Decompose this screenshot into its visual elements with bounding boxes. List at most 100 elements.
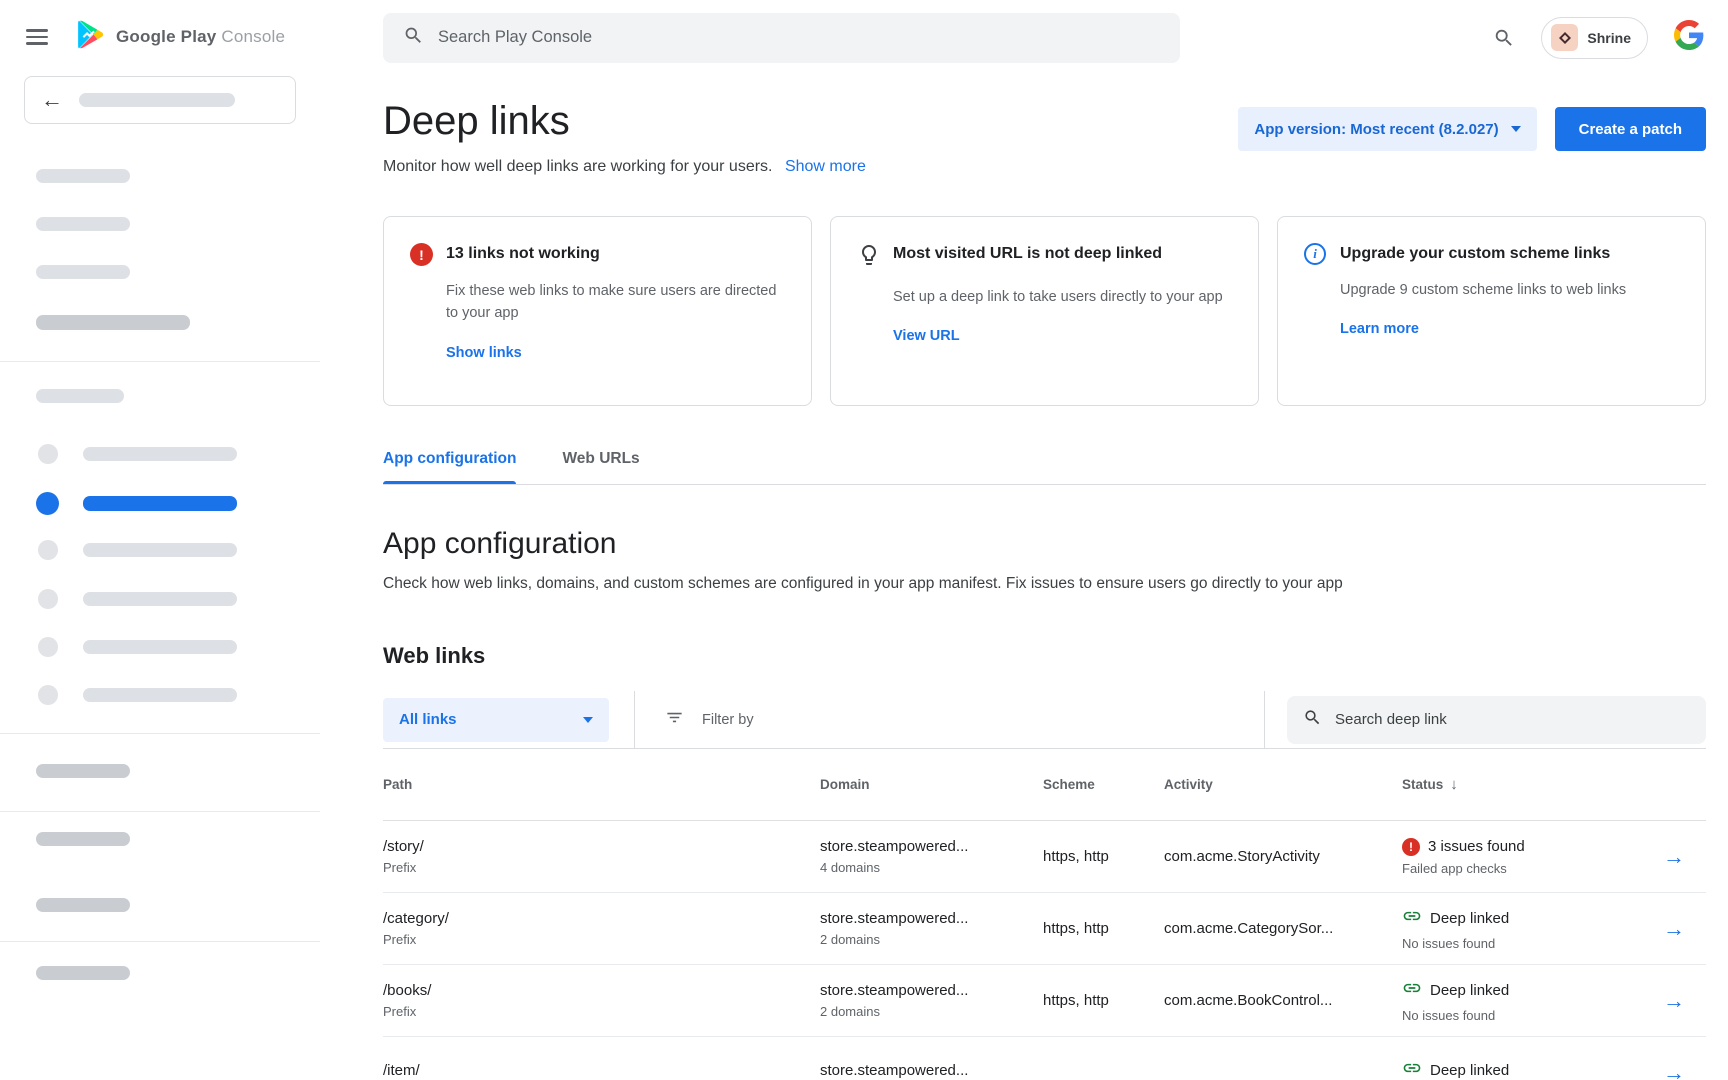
section-title: App configuration bbox=[383, 527, 1706, 561]
status-detail: No issues found bbox=[1402, 936, 1642, 951]
skeleton-bar bbox=[83, 447, 237, 461]
divider bbox=[0, 941, 320, 942]
global-search[interactable] bbox=[383, 13, 1180, 63]
path-value: /item/ bbox=[383, 1062, 820, 1079]
search-icon bbox=[403, 25, 424, 51]
deep-link-search[interactable] bbox=[1287, 696, 1706, 744]
sort-descending-icon: ↓ bbox=[1450, 776, 1458, 793]
domain-value: store.steampowered... bbox=[820, 910, 1043, 927]
path-type: Prefix bbox=[383, 932, 820, 947]
table-row[interactable]: /books/ Prefix store.steampowered... 2 d… bbox=[383, 965, 1706, 1037]
tab-web-urls[interactable]: Web URLs bbox=[562, 450, 639, 484]
status-detail: No issues found bbox=[1402, 1008, 1642, 1023]
skeleton-avatar bbox=[38, 637, 58, 657]
page-header: Deep links Monitor how well deep links a… bbox=[383, 99, 1706, 176]
link-icon bbox=[1402, 906, 1422, 931]
active-nav-label-bar bbox=[83, 496, 237, 511]
skeleton-bar bbox=[36, 169, 130, 183]
header-actions: App version: Most recent (8.2.027) Creat… bbox=[1238, 99, 1706, 176]
card-most-visited-url: Most visited URL is not deep linked Set … bbox=[830, 216, 1259, 406]
status-value: Deep linked bbox=[1430, 910, 1509, 927]
status-detail: Failed app checks bbox=[1402, 861, 1642, 876]
card-title: Most visited URL is not deep linked bbox=[893, 243, 1232, 272]
domain-value: store.steampowered... bbox=[820, 1062, 1043, 1079]
card-title: 13 links not working bbox=[446, 243, 785, 266]
skeleton-bar bbox=[36, 832, 130, 846]
arrow-right-icon[interactable]: → bbox=[1642, 990, 1706, 1012]
skeleton-bar bbox=[83, 640, 237, 654]
insight-cards: ! 13 links not working Fix these web lin… bbox=[383, 216, 1706, 406]
brand-suffix: Console bbox=[221, 27, 285, 46]
play-console-search-input[interactable] bbox=[438, 28, 1160, 47]
domain-count: 2 domains bbox=[820, 1004, 1043, 1019]
show-links-link[interactable]: Show links bbox=[446, 345, 785, 361]
content: Deep links Monitor how well deep links a… bbox=[320, 75, 1728, 1080]
skeleton-avatar bbox=[38, 685, 58, 705]
tab-app-configuration[interactable]: App configuration bbox=[383, 450, 516, 484]
table-row[interactable]: /item/ store.steampowered... Deep linked… bbox=[383, 1037, 1706, 1080]
skeleton-avatar bbox=[38, 444, 58, 464]
arrow-right-icon[interactable]: → bbox=[1642, 918, 1706, 940]
topbar-actions: Shrine bbox=[1493, 17, 1704, 59]
domain-value: store.steampowered... bbox=[820, 838, 1043, 855]
arrow-right-icon[interactable]: → bbox=[1642, 846, 1706, 868]
link-icon bbox=[1402, 978, 1422, 1003]
divider bbox=[0, 361, 320, 362]
divider bbox=[0, 733, 320, 734]
app-version-dropdown[interactable]: App version: Most recent (8.2.027) bbox=[1238, 107, 1536, 151]
links-filter-label: All links bbox=[399, 711, 457, 728]
skeleton-bar bbox=[36, 389, 124, 403]
domain-count: 2 domains bbox=[820, 932, 1043, 947]
app-selector-chip[interactable]: Shrine bbox=[1541, 17, 1648, 59]
scheme-value: https, http bbox=[1043, 992, 1164, 1009]
filter-icon bbox=[665, 708, 684, 731]
deep-link-search-input[interactable] bbox=[1335, 711, 1690, 728]
skeleton-bar bbox=[83, 592, 237, 606]
play-console-logo-icon bbox=[74, 18, 107, 56]
active-nav-icon bbox=[36, 492, 59, 515]
card-body: Set up a deep link to take users directl… bbox=[893, 286, 1232, 308]
page-subtitle: Monitor how well deep links are working … bbox=[383, 158, 773, 175]
column-header-status[interactable]: Status ↓ bbox=[1402, 776, 1642, 793]
table-row[interactable]: /story/ Prefix store.steampowered... 4 d… bbox=[383, 821, 1706, 893]
show-more-link[interactable]: Show more bbox=[785, 158, 866, 175]
divider bbox=[0, 811, 320, 812]
hamburger-menu-icon[interactable] bbox=[26, 25, 48, 49]
search-icon-button[interactable] bbox=[1493, 27, 1515, 49]
skeleton-bar bbox=[83, 543, 237, 557]
table-toolbar: All links Filter by bbox=[383, 691, 1706, 749]
view-url-link[interactable]: View URL bbox=[893, 328, 1232, 344]
status-value: Deep linked bbox=[1430, 1062, 1509, 1079]
skeleton-avatar bbox=[38, 540, 58, 560]
column-header-scheme: Scheme bbox=[1043, 777, 1164, 792]
error-icon: ! bbox=[410, 243, 433, 266]
back-navigation[interactable]: ← bbox=[24, 76, 296, 124]
path-value: /category/ bbox=[383, 910, 820, 927]
activity-value: com.acme.CategorySor... bbox=[1164, 920, 1402, 937]
tab-bar: App configuration Web URLs bbox=[383, 450, 1706, 485]
app-selector-label: Shrine bbox=[1587, 30, 1631, 46]
path-value: /books/ bbox=[383, 982, 820, 999]
web-links-title: Web links bbox=[383, 643, 1706, 669]
learn-more-link[interactable]: Learn more bbox=[1340, 321, 1679, 337]
skeleton-bar bbox=[36, 217, 130, 231]
links-filter-dropdown[interactable]: All links bbox=[383, 698, 609, 742]
column-header-domain: Domain bbox=[820, 777, 1043, 792]
chevron-down-icon bbox=[583, 717, 593, 723]
skeleton-bar bbox=[36, 966, 130, 980]
create-patch-button[interactable]: Create a patch bbox=[1555, 107, 1706, 151]
sidebar-header: Google Play Console bbox=[0, 0, 320, 74]
path-type: Prefix bbox=[383, 860, 820, 875]
page-title: Deep links bbox=[383, 99, 866, 144]
sidebar: Google Play Console ← bbox=[0, 0, 320, 1080]
back-arrow-icon[interactable]: ← bbox=[41, 89, 63, 111]
filter-by-label: Filter by bbox=[702, 712, 754, 728]
scheme-value: https, http bbox=[1043, 920, 1164, 937]
shrine-app-icon bbox=[1551, 24, 1578, 51]
brand-name: Google Play bbox=[116, 27, 216, 46]
arrow-right-icon[interactable]: → bbox=[1642, 1062, 1706, 1080]
filter-by-control[interactable]: Filter by bbox=[635, 708, 1264, 731]
google-logo-icon[interactable] bbox=[1674, 20, 1704, 55]
play-console-logo[interactable]: Google Play Console bbox=[74, 18, 285, 56]
table-row[interactable]: /category/ Prefix store.steampowered... … bbox=[383, 893, 1706, 965]
